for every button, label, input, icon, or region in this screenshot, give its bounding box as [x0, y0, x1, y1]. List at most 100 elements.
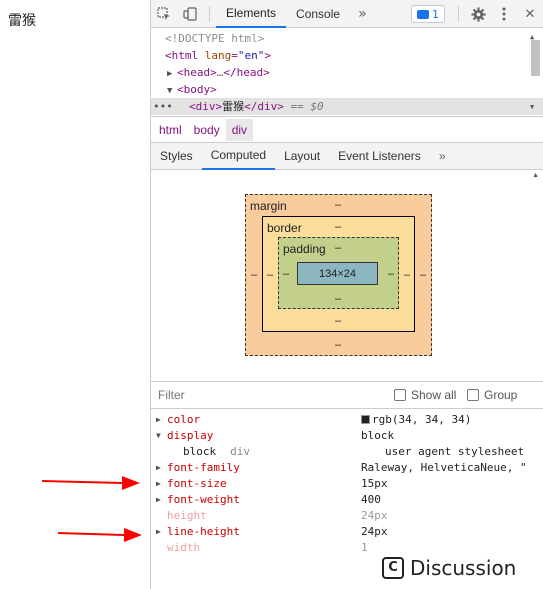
- collapse-triangle-icon[interactable]: ▼: [156, 428, 161, 444]
- div-open-tag: <div>: [189, 100, 223, 113]
- margin-label: margin: [250, 199, 287, 213]
- doctype-text: <!DOCTYPE html>: [165, 32, 265, 45]
- close-icon[interactable]: ✕: [517, 0, 543, 28]
- border-top-value[interactable]: –: [335, 221, 341, 233]
- dom-tree: <!DOCTYPE html> <html lang="en"> ▶ <head>…: [151, 28, 543, 117]
- breadcrumb-body[interactable]: body: [188, 119, 226, 141]
- computed-row-color[interactable]: ▶ color rgb(34, 34, 34): [151, 412, 543, 428]
- tree-line-head[interactable]: ▶ <head>…</head>: [151, 64, 543, 81]
- computed-properties-list: ▶ color rgb(34, 34, 34) ▼ display block …: [151, 409, 543, 556]
- tree-line-html[interactable]: <html lang="en">: [151, 47, 543, 64]
- trace-source-link[interactable]: user agent stylesheet: [385, 444, 524, 460]
- padding-box[interactable]: padding – – – – 134×24: [278, 237, 399, 309]
- expand-triangle-icon[interactable]: ▶: [156, 476, 161, 492]
- settings-gear-icon[interactable]: [465, 0, 491, 28]
- body-open-tag: <body>: [177, 83, 217, 96]
- property-value: rgb(34, 34, 34): [361, 412, 471, 428]
- property-value: 1: [361, 541, 368, 554]
- expand-triangle-icon[interactable]: ▶: [156, 524, 161, 540]
- issues-count: 1: [432, 7, 439, 21]
- computed-row-font-weight[interactable]: ▶ font-weight 400: [151, 492, 543, 508]
- breadcrumb-html[interactable]: html: [153, 119, 188, 141]
- content-box[interactable]: 134×24: [297, 262, 378, 285]
- annotation-arrow-line-height: [58, 528, 142, 542]
- property-name: width: [167, 541, 201, 554]
- computed-row-display[interactable]: ▼ display block: [151, 428, 543, 444]
- expand-triangle-icon[interactable]: ▶: [156, 412, 161, 428]
- tab-styles[interactable]: Styles: [151, 143, 202, 170]
- padding-top-value[interactable]: –: [335, 242, 341, 254]
- padding-right-value[interactable]: –: [388, 268, 394, 280]
- property-value: 24px: [361, 525, 388, 538]
- show-all-checkbox-box[interactable]: [394, 389, 406, 401]
- discussion-logo-icon: C: [382, 556, 404, 579]
- scroll-up-icon[interactable]: ▲: [532, 172, 539, 179]
- border-bottom-value[interactable]: –: [335, 315, 341, 327]
- expand-triangle-icon[interactable]: ▶: [156, 492, 161, 508]
- property-name: color: [167, 413, 201, 426]
- border-left-value[interactable]: –: [267, 269, 273, 281]
- selected-marker: == $0: [290, 100, 324, 113]
- more-actions-icon[interactable]: •••: [153, 98, 173, 115]
- sidebar-tabs: Styles Computed Layout Event Listeners »: [151, 143, 543, 170]
- margin-bottom-value[interactable]: –: [335, 339, 341, 351]
- devtools-panel: Elements Console » 1 ✕ <!DOCTYPE html> <…: [150, 0, 543, 589]
- tab-computed[interactable]: Computed: [201, 143, 276, 170]
- computed-row-height[interactable]: height 24px: [151, 508, 543, 524]
- computed-filter-bar: Filter Show all Group: [151, 382, 543, 409]
- property-name: font-weight: [167, 493, 240, 506]
- breadcrumb-div[interactable]: div: [225, 118, 254, 141]
- tree-line-div-selected[interactable]: ••• <div>雷猴</div> == $0: [151, 98, 543, 115]
- html-gt: >: [264, 49, 271, 62]
- show-all-label: Show all: [411, 388, 457, 402]
- more-subtabs-icon[interactable]: »: [430, 143, 455, 170]
- tab-event-listeners[interactable]: Event Listeners: [329, 143, 430, 170]
- tree-line-doctype[interactable]: <!DOCTYPE html>: [151, 30, 543, 47]
- group-checkbox-box[interactable]: [467, 389, 479, 401]
- computed-row-line-height[interactable]: ▶ line-height 24px: [151, 524, 543, 540]
- more-tabs-icon[interactable]: »: [350, 6, 375, 22]
- property-name: height: [167, 509, 207, 522]
- content-size[interactable]: 134×24: [319, 268, 356, 280]
- issues-badge[interactable]: 1: [411, 5, 445, 23]
- property-value-text: rgb(34, 34, 34): [372, 413, 472, 426]
- tree-scrollbar[interactable]: ▲ ▼: [530, 32, 540, 112]
- computed-row-font-family[interactable]: ▶ font-family Raleway, HelveticaNeue, ": [151, 460, 543, 476]
- computed-row-font-size[interactable]: ▶ font-size 15px: [151, 476, 543, 492]
- inspect-element-icon[interactable]: [151, 0, 177, 28]
- margin-left-value[interactable]: –: [251, 269, 257, 281]
- tab-elements[interactable]: Elements: [216, 0, 287, 28]
- color-swatch[interactable]: [361, 415, 370, 424]
- group-checkbox[interactable]: Group: [467, 388, 517, 402]
- box-model-diagram: ▲ margin – – – – border – – – – padding …: [151, 170, 543, 382]
- toolbar-divider-right: [458, 6, 459, 22]
- device-toolbar-icon[interactable]: [177, 0, 203, 28]
- devtools-toolbar: Elements Console » 1 ✕: [151, 0, 543, 28]
- margin-box[interactable]: margin – – – – border – – – – padding – …: [245, 194, 432, 356]
- computed-row-display-trace[interactable]: block div user agent stylesheet: [151, 444, 543, 460]
- tab-layout[interactable]: Layout: [275, 143, 329, 170]
- html-open-tag: <html: [165, 49, 199, 62]
- padding-left-value[interactable]: –: [283, 268, 289, 280]
- scroll-down-icon[interactable]: ▼: [530, 99, 534, 116]
- show-all-checkbox[interactable]: Show all: [394, 388, 456, 402]
- expand-triangle-icon[interactable]: ▶: [156, 460, 161, 476]
- property-value: 15px: [361, 477, 388, 490]
- padding-label: padding: [283, 242, 326, 256]
- toolbar-divider: [209, 5, 210, 22]
- margin-right-value[interactable]: –: [420, 269, 426, 281]
- tab-console[interactable]: Console: [286, 0, 350, 28]
- border-box[interactable]: border – – – – padding – – – – 134×24: [262, 216, 415, 332]
- padding-bottom-value[interactable]: –: [335, 293, 341, 305]
- border-right-value[interactable]: –: [404, 269, 410, 281]
- kebab-menu-icon[interactable]: [491, 0, 517, 28]
- property-name: font-size: [167, 477, 227, 490]
- trace-value: block div: [183, 445, 250, 458]
- scroll-thumb[interactable]: [531, 40, 540, 76]
- group-label: Group: [484, 388, 518, 402]
- tree-line-body[interactable]: ▼ <body>: [151, 81, 543, 98]
- filter-input[interactable]: Filter: [158, 388, 185, 402]
- div-text: 雷猴: [222, 100, 245, 113]
- margin-top-value[interactable]: –: [335, 199, 341, 211]
- div-close-tag: </div>: [244, 100, 284, 113]
